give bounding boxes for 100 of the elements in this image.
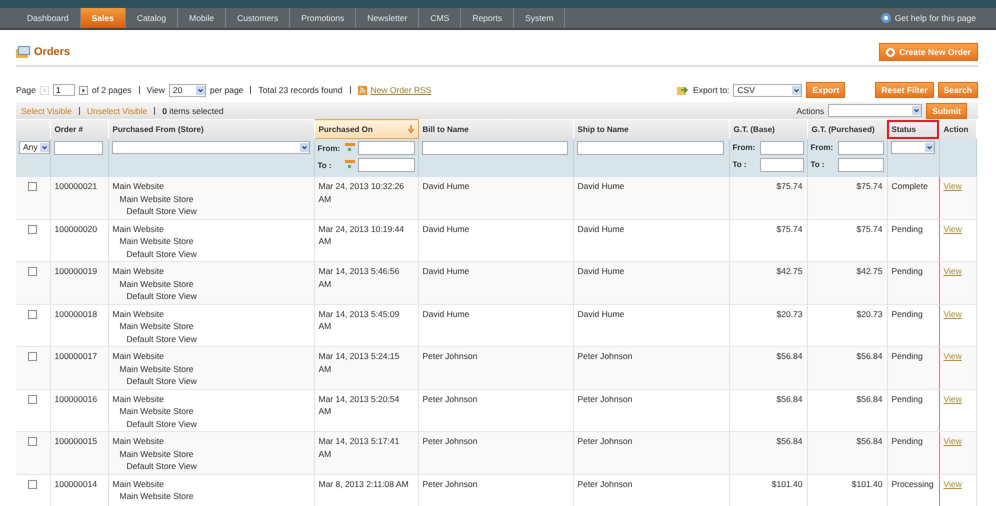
table-cell: Peter Johnson — [578, 478, 632, 488]
row-checkbox[interactable] — [28, 267, 38, 276]
table-cell: $101.40 — [852, 478, 882, 488]
from-input[interactable] — [358, 141, 414, 155]
actions-label: Actions — [796, 106, 824, 116]
store-name: Main Website Store — [120, 364, 194, 374]
any-select[interactable]: Any — [19, 140, 50, 154]
dropdown-icon[interactable] — [924, 142, 934, 152]
column-header[interactable]: Bill to Name — [418, 120, 573, 138]
to-input[interactable] — [358, 158, 414, 172]
store-name: Default Store View — [126, 291, 197, 301]
rss-link[interactable]: New Order RSS — [370, 85, 432, 95]
export-format-select[interactable]: CSV — [733, 84, 802, 96]
nav-tab[interactable]: Catalog — [126, 8, 178, 28]
row-checkbox[interactable] — [28, 437, 38, 446]
row-checkbox[interactable] — [28, 182, 38, 191]
help-link[interactable]: Get help for this page — [894, 13, 976, 23]
table-cell: David Hume — [578, 181, 624, 191]
from-input[interactable] — [760, 140, 804, 154]
view-link[interactable]: View — [944, 224, 962, 234]
dropdown-icon[interactable] — [300, 142, 308, 152]
table-cell: $20.73 — [856, 308, 882, 318]
filter-input[interactable] — [576, 140, 724, 154]
from-input[interactable] — [838, 140, 884, 154]
table-cell: Pending — [892, 394, 923, 404]
table-cell: Mar 24, 2013 10:19:44 AM — [318, 224, 404, 246]
store-name: Main Website — [112, 351, 164, 361]
store-name: Main Website — [112, 266, 164, 276]
store-name: Main Website — [112, 394, 164, 404]
view-link[interactable]: View — [944, 394, 962, 404]
column-header[interactable]: G.T. (Purchased) — [807, 120, 887, 138]
table-cell: David Hume — [578, 308, 624, 318]
table-cell: $56.84 — [856, 436, 882, 446]
nav-tab[interactable]: Promotions — [290, 8, 356, 28]
export-button[interactable]: Export — [806, 82, 846, 98]
reset-filter-button[interactable]: Reset Filter — [875, 82, 934, 98]
table-cell: David Hume — [422, 181, 470, 191]
view-link[interactable]: View — [944, 436, 962, 446]
table-cell: David Hume — [422, 266, 470, 276]
table-cell: Mar 14, 2013 5:46:56 AM — [318, 266, 400, 288]
row-checkbox[interactable] — [28, 480, 38, 488]
nav-tab[interactable]: Customers — [226, 8, 290, 28]
table-cell: $75.74 — [776, 224, 802, 234]
calendar-icon[interactable] — [344, 143, 354, 153]
column-header[interactable]: Order # — [50, 120, 108, 138]
view-link[interactable]: View — [944, 351, 962, 361]
table-cell: Peter Johnson — [578, 436, 632, 446]
plus-icon — [886, 48, 896, 56]
table-cell: Peter Johnson — [422, 436, 478, 446]
help-icon — [880, 13, 891, 23]
dropdown-icon[interactable] — [792, 86, 802, 94]
column-header[interactable]: Status — [887, 120, 939, 138]
filter-input[interactable] — [422, 140, 568, 154]
select-visible-link[interactable]: Select Visible — [21, 106, 72, 116]
store-name: Main Website — [112, 478, 164, 488]
column-header[interactable]: Purchased From (Store) — [108, 120, 314, 138]
to-input[interactable] — [838, 158, 884, 172]
table-cell: Peter Johnson — [578, 394, 632, 404]
nav-tab[interactable]: Reports — [461, 8, 514, 28]
next-page-icon[interactable] — [78, 86, 88, 94]
nav-tab[interactable]: Mobile — [178, 8, 226, 28]
table-cell: $56.84 — [856, 394, 882, 404]
row-checkbox[interactable] — [28, 310, 38, 318]
store-name: Default Store View — [126, 376, 197, 386]
search-button[interactable]: Search — [938, 82, 978, 98]
to-input[interactable] — [760, 158, 804, 172]
dropdown-icon[interactable] — [196, 86, 205, 94]
store-name: Main Website — [112, 436, 164, 446]
unselect-visible-link[interactable]: Unselect Visible — [86, 106, 148, 116]
table-cell: $101.40 — [772, 478, 802, 488]
nav-tab[interactable]: System — [514, 8, 566, 28]
column-header[interactable]: Purchased On — [314, 120, 418, 138]
row-checkbox[interactable] — [28, 394, 38, 404]
row-checkbox[interactable] — [28, 352, 38, 361]
table-cell: $56.84 — [856, 351, 882, 361]
view-link[interactable]: View — [944, 478, 962, 488]
table-cell: David Hume — [422, 308, 470, 318]
per-page-select[interactable]: 20 — [168, 84, 206, 96]
column-header[interactable]: Ship to Name — [573, 120, 729, 138]
nav-tab[interactable]: Sales — [80, 8, 126, 28]
table-cell: $75.74 — [856, 224, 882, 234]
create-order-button[interactable]: Create New Order — [879, 43, 978, 61]
selected-count: 0 items selected — [162, 106, 224, 116]
view-link[interactable]: View — [944, 308, 962, 318]
nav-tab[interactable]: Newsletter — [356, 8, 420, 28]
column-header[interactable]: Action — [939, 120, 976, 138]
view-link[interactable]: View — [944, 181, 962, 191]
filter-input[interactable] — [54, 140, 102, 154]
view-link[interactable]: View — [944, 266, 962, 276]
sort-arrow-icon — [408, 125, 414, 133]
dropdown-icon[interactable] — [912, 106, 922, 115]
page-input[interactable]: 1 — [52, 84, 75, 96]
from-label: From: — [810, 143, 834, 152]
row-checkbox[interactable] — [28, 224, 38, 234]
submit-button[interactable]: Submit — [926, 102, 967, 118]
calendar-icon[interactable] — [344, 160, 354, 170]
nav-tab[interactable]: CMS — [419, 8, 462, 28]
column-header[interactable]: G.T. (Base) — [729, 120, 807, 138]
dropdown-icon[interactable] — [40, 142, 49, 152]
store-name: Main Website Store — [120, 448, 194, 458]
